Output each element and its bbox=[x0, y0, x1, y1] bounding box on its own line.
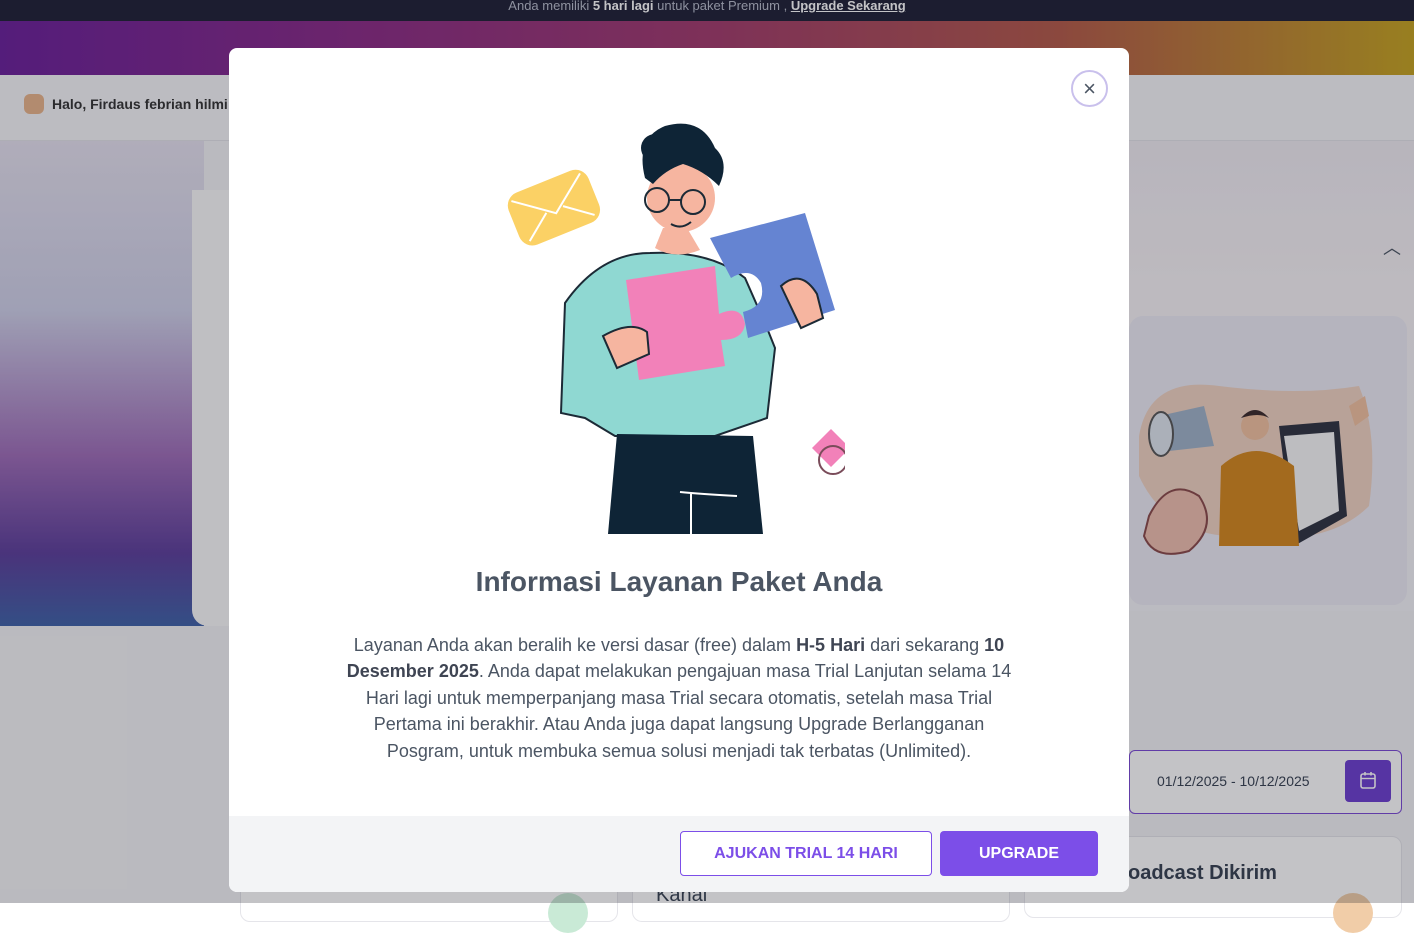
puzzle-person-illustration bbox=[507, 123, 845, 534]
close-button[interactable]: × bbox=[1071, 70, 1108, 107]
modal-description: Layanan Anda akan beralih ke versi dasar… bbox=[339, 632, 1019, 764]
upgrade-button[interactable]: UPGRADE bbox=[940, 831, 1098, 876]
remaining-days: H-5 Hari bbox=[796, 635, 866, 655]
body-text: dari sekarang bbox=[865, 635, 985, 655]
close-icon: × bbox=[1083, 75, 1096, 101]
modal-footer: AJUKAN TRIAL 14 HARI UPGRADE bbox=[229, 816, 1129, 892]
request-trial-button[interactable]: AJUKAN TRIAL 14 HARI bbox=[680, 831, 932, 876]
package-info-modal: × Informasi Layanan Paket Anda Layanan A… bbox=[229, 48, 1129, 892]
body-text: Layanan Anda akan beralih ke versi dasar… bbox=[353, 635, 797, 655]
modal-title: Informasi Layanan Paket Anda bbox=[475, 566, 883, 597]
